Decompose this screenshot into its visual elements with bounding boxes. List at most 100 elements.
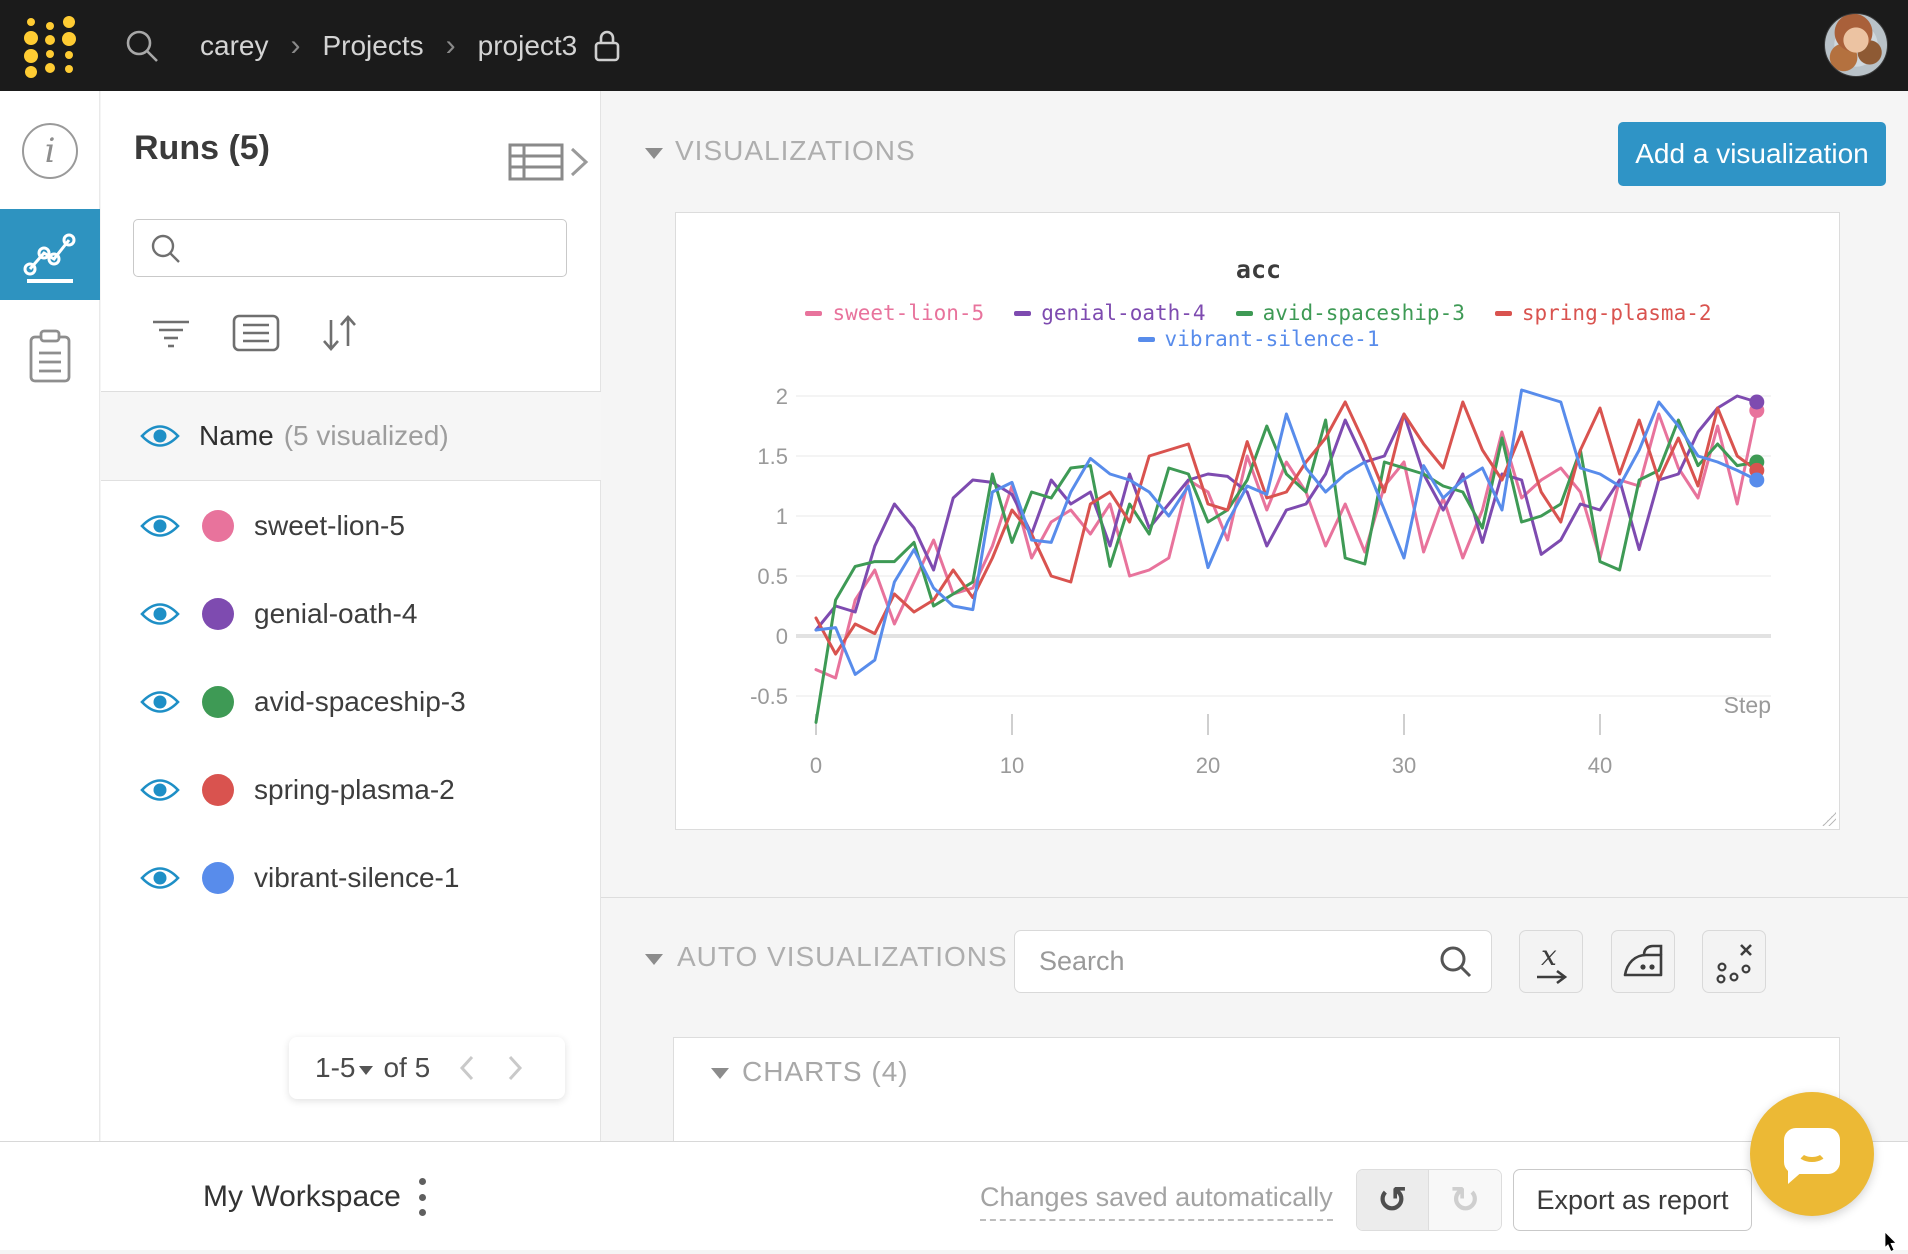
svg-text:0: 0 xyxy=(810,753,822,778)
display-options-button[interactable] xyxy=(228,307,284,359)
run-row[interactable]: vibrant-silence-1 xyxy=(101,834,601,922)
filter-button[interactable] xyxy=(143,307,199,359)
chevron-down-icon[interactable] xyxy=(359,1066,373,1075)
eye-icon[interactable] xyxy=(139,422,181,450)
collapse-charts-caret[interactable] xyxy=(711,1068,729,1079)
autosave-status: Changes saved automatically xyxy=(980,1182,1333,1221)
search-icon[interactable] xyxy=(1439,945,1473,979)
run-color-dot xyxy=(202,510,234,542)
run-color-dot xyxy=(202,598,234,630)
list-icon xyxy=(231,313,281,353)
eye-icon[interactable] xyxy=(139,864,181,892)
rail-item-notes[interactable] xyxy=(0,311,100,402)
redo-button[interactable]: ↻ xyxy=(1429,1170,1501,1230)
svg-text:0.5: 0.5 xyxy=(757,564,788,589)
auto-visualizations-section-label: AUTO VISUALIZATIONS xyxy=(677,941,1008,973)
clipboard-icon xyxy=(27,329,73,385)
run-row[interactable]: avid-spaceship-3 xyxy=(101,658,601,746)
eye-icon[interactable] xyxy=(139,512,181,540)
runs-search-box xyxy=(133,219,567,277)
outliers-button[interactable] xyxy=(1702,930,1766,993)
svg-text:Step: Step xyxy=(1724,692,1771,718)
left-rail: i xyxy=(0,91,100,1141)
rail-item-overview[interactable]: i xyxy=(0,105,100,196)
smoothing-button[interactable] xyxy=(1611,930,1675,993)
svg-text:10: 10 xyxy=(1000,753,1024,778)
run-color-dot xyxy=(202,774,234,806)
runs-title: Runs (5) xyxy=(134,129,270,168)
auto-viz-search-input[interactable] xyxy=(1039,937,1419,985)
wandb-logo[interactable] xyxy=(22,12,78,80)
rail-item-workspace-active[interactable] xyxy=(0,209,100,300)
line-chart-icon xyxy=(21,224,79,286)
runs-panel: Runs (5) xyxy=(101,91,601,1141)
collapse-auto-visualizations-caret[interactable] xyxy=(645,954,663,965)
eye-icon[interactable] xyxy=(139,600,181,628)
runs-filter-row xyxy=(101,301,601,365)
chart-plot-svg: 21.510.50-0.5010203040Step xyxy=(676,213,1839,829)
kebab-icon[interactable] xyxy=(412,1174,432,1220)
prev-page-button[interactable] xyxy=(456,1053,478,1083)
info-icon: i xyxy=(22,123,78,179)
mouse-cursor xyxy=(1884,1232,1901,1254)
breadcrumb-user[interactable]: carey xyxy=(200,30,268,62)
resize-handle[interactable] xyxy=(1822,812,1836,826)
workspace-bar: My Workspace Changes saved automatically… xyxy=(0,1141,1908,1250)
auto-viz-search-box xyxy=(1014,930,1492,993)
avatar[interactable] xyxy=(1824,13,1888,77)
run-name[interactable]: vibrant-silence-1 xyxy=(254,862,459,894)
search-icon[interactable] xyxy=(124,28,160,64)
run-list: sweet-lion-5 genial-oath-4 avid-spaceshi… xyxy=(101,482,601,922)
topbar: carey › Projects › project3 xyxy=(0,0,1908,91)
run-name[interactable]: genial-oath-4 xyxy=(254,598,417,630)
run-name[interactable]: sweet-lion-5 xyxy=(254,510,405,542)
svg-text:x: x xyxy=(1541,939,1557,972)
chevron-separator: › xyxy=(446,29,456,63)
svg-text:20: 20 xyxy=(1196,753,1220,778)
pagination-total: of 5 xyxy=(383,1052,430,1084)
visualizations-section-label: VISUALIZATIONS xyxy=(675,135,916,167)
add-visualization-button[interactable]: Add a visualization xyxy=(1618,122,1886,186)
collapse-visualizations-caret[interactable] xyxy=(645,148,663,159)
export-report-button[interactable]: Export as report xyxy=(1513,1169,1752,1231)
breadcrumb: carey › Projects › project3 xyxy=(200,0,621,91)
x-axis-icon: x xyxy=(1529,939,1573,985)
chart-panel[interactable]: acc sweet-lion-5genial-oath-4avid-spaces… xyxy=(675,212,1840,830)
divider xyxy=(601,897,1908,898)
filter-icon xyxy=(148,315,194,351)
chevron-separator: › xyxy=(290,29,300,63)
chat-bubble-icon xyxy=(1784,1128,1840,1174)
run-color-dot xyxy=(202,862,234,894)
runs-search-input[interactable] xyxy=(192,224,552,272)
run-name[interactable]: avid-spaceship-3 xyxy=(254,686,466,718)
pagination-range[interactable]: 1-5 xyxy=(315,1052,355,1084)
workspace-title[interactable]: My Workspace xyxy=(203,1180,401,1214)
run-color-dot xyxy=(202,686,234,718)
expand-table-button[interactable] xyxy=(506,141,591,183)
run-name[interactable]: spring-plasma-2 xyxy=(254,774,455,806)
charts-section-panel: CHARTS (4) xyxy=(673,1037,1840,1141)
svg-text:-0.5: -0.5 xyxy=(750,684,788,709)
undo-button[interactable]: ↺ xyxy=(1357,1170,1429,1230)
undo-redo-group: ↺ ↻ xyxy=(1356,1169,1502,1231)
charts-section-label: CHARTS (4) xyxy=(742,1056,909,1088)
smoothing-iron-icon xyxy=(1620,941,1666,983)
breadcrumb-project[interactable]: project3 xyxy=(478,30,578,62)
redo-icon: ↻ xyxy=(1450,1180,1480,1221)
next-page-button[interactable] xyxy=(504,1053,526,1083)
x-axis-settings-button[interactable]: x xyxy=(1519,930,1583,993)
breadcrumb-projects[interactable]: Projects xyxy=(322,30,423,62)
run-row[interactable]: spring-plasma-2 xyxy=(101,746,601,834)
eye-icon[interactable] xyxy=(139,776,181,804)
name-column-label: Name xyxy=(199,420,274,452)
run-row[interactable]: sweet-lion-5 xyxy=(101,482,601,570)
chat-launcher-button[interactable] xyxy=(1750,1092,1874,1216)
lock-icon xyxy=(593,29,621,63)
run-row[interactable]: genial-oath-4 xyxy=(101,570,601,658)
sort-icon xyxy=(317,312,361,354)
eye-icon[interactable] xyxy=(139,688,181,716)
sort-button[interactable] xyxy=(311,307,367,359)
undo-icon: ↺ xyxy=(1377,1180,1407,1221)
runs-name-header[interactable]: Name (5 visualized) xyxy=(101,392,601,481)
outliers-icon xyxy=(1712,939,1756,985)
